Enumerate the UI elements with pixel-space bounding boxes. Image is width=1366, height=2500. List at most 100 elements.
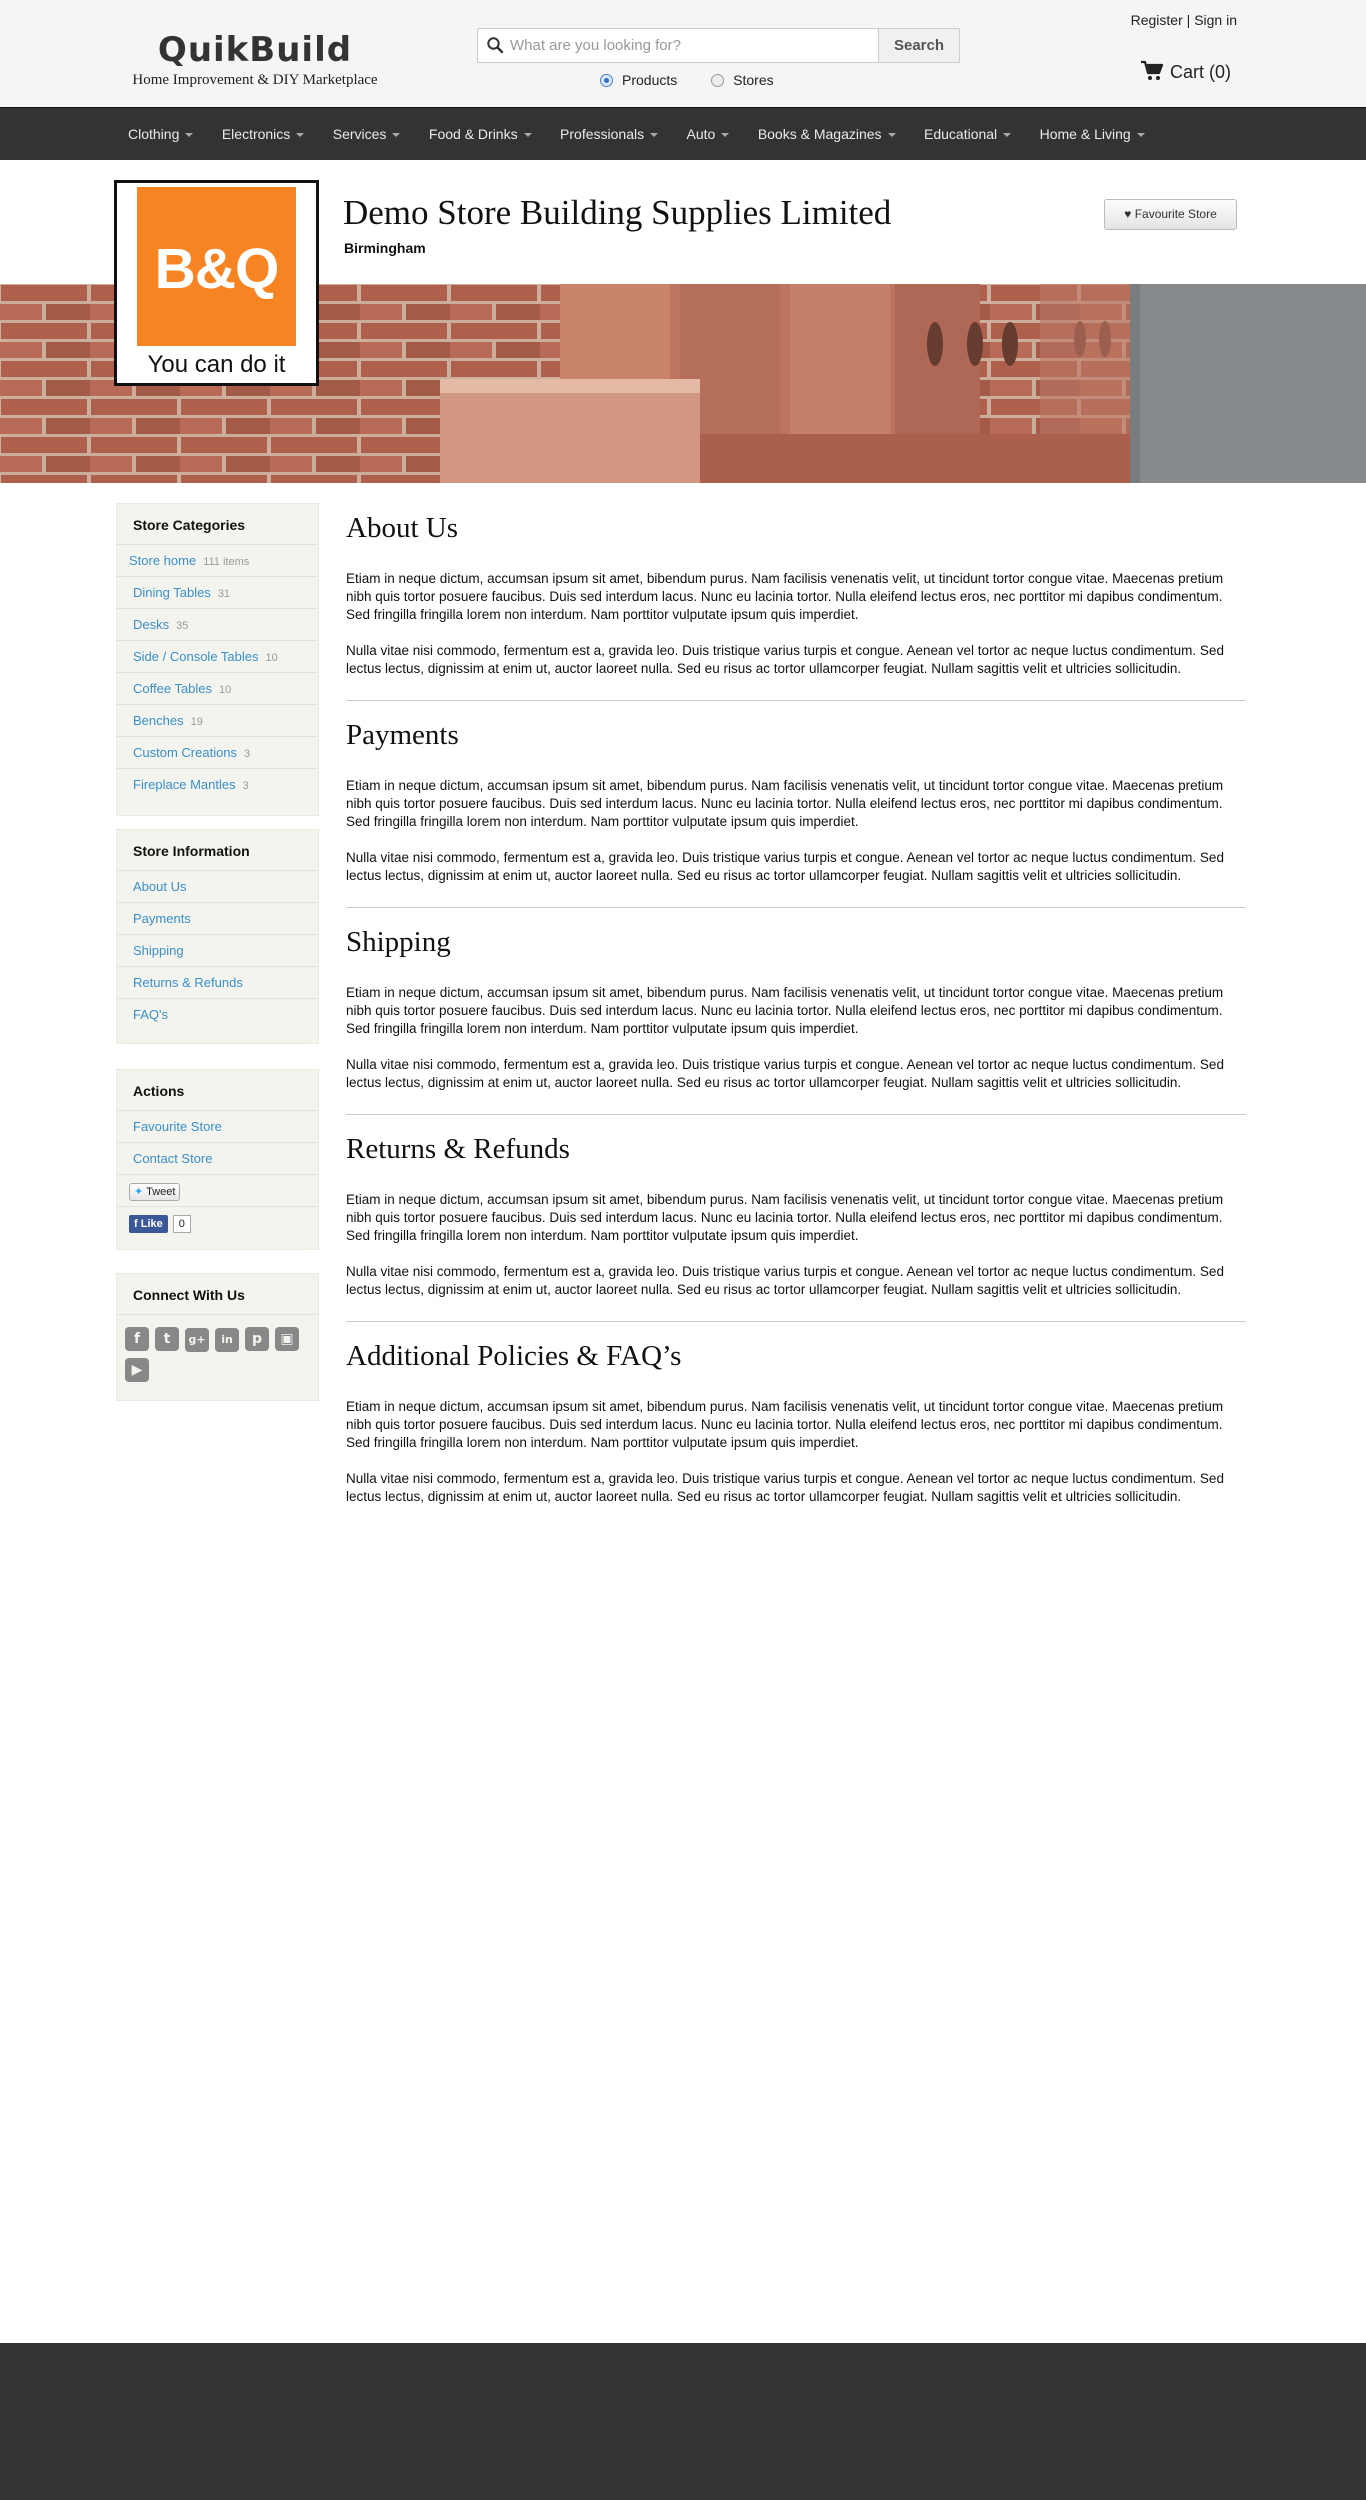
- facebook-f-icon: f: [134, 1217, 138, 1230]
- search-scope: Products Stores: [600, 72, 804, 88]
- search-icon: [487, 37, 504, 54]
- category-item[interactable]: Desks 35: [117, 609, 318, 641]
- cart-label: Cart (0): [1170, 62, 1232, 82]
- search-button[interactable]: Search: [878, 28, 960, 63]
- twitter-bird-icon: ✦: [134, 1185, 144, 1198]
- search-input[interactable]: [510, 30, 850, 61]
- section-title: Additional Policies & FAQ’s: [346, 1340, 682, 1372]
- info-link-faqs[interactable]: FAQ's: [117, 999, 318, 1031]
- category-item[interactable]: Coffee Tables 10: [117, 673, 318, 705]
- section-additional-policies: Additional Policies & FAQ’s Etiam in neq…: [346, 1338, 1246, 1528]
- store-logo-slogan: You can do it: [147, 351, 286, 378]
- section-paragraph: Nulla vitae nisi commodo, fermentum est …: [346, 850, 1224, 883]
- category-item[interactable]: Dining Tables 31: [117, 577, 318, 609]
- site-name: QuikBuild: [157, 30, 353, 70]
- nav-item-food-drinks[interactable]: Food & Drinks: [417, 108, 544, 160]
- scope-option-products[interactable]: Products: [600, 72, 677, 88]
- store-city: Birmingham: [344, 240, 426, 256]
- category-item[interactable]: Store home 111 items: [117, 545, 318, 577]
- tweet-row: ✦ Tweet: [117, 1175, 318, 1207]
- caret-down-icon: [296, 133, 305, 137]
- section-shipping: Shipping Etiam in neque dictum, accumsan…: [346, 924, 1246, 1115]
- info-link-shipping[interactable]: Shipping: [117, 935, 318, 967]
- like-row: f Like 0: [117, 1207, 318, 1239]
- section-paragraph: Nulla vitae nisi commodo, fermentum est …: [346, 1264, 1224, 1297]
- radio-unselected-icon: [711, 73, 725, 87]
- store-categories-title: Store Categories: [117, 504, 318, 545]
- caret-down-icon: [721, 133, 730, 137]
- favourite-store-button[interactable]: ♥ Favourite Store: [1104, 199, 1237, 230]
- info-link-about-us[interactable]: About Us: [117, 871, 318, 903]
- site-footer: [0, 2343, 1366, 2500]
- heart-icon: ♥: [1124, 207, 1132, 221]
- nav-item-clothing[interactable]: Clothing: [116, 108, 205, 160]
- caret-down-icon: [392, 133, 401, 137]
- social-icons: f t g+ in p ▣ ▶: [117, 1315, 318, 1388]
- pinterest-icon[interactable]: p: [245, 1327, 269, 1351]
- store-name: Demo Store Building Supplies Limited: [343, 193, 892, 232]
- site-logo[interactable]: QuikBuild Home Improvement & DIY Marketp…: [120, 30, 390, 89]
- cart-icon: [1141, 60, 1164, 80]
- cart-button[interactable]: Cart (0): [1140, 60, 1231, 83]
- register-link[interactable]: Register: [1131, 12, 1183, 28]
- facebook-like-button[interactable]: f Like: [129, 1214, 168, 1233]
- caret-down-icon: [1003, 133, 1012, 137]
- section-returns-refunds: Returns & Refunds Etiam in neque dictum,…: [346, 1131, 1246, 1322]
- category-item[interactable]: Fireplace Mantles 3: [117, 769, 318, 801]
- site-tagline: Home Improvement & DIY Marketplace: [132, 72, 378, 88]
- info-link-payments[interactable]: Payments: [117, 903, 318, 935]
- linkedin-icon[interactable]: in: [215, 1328, 239, 1352]
- section-title: Shipping: [346, 926, 451, 958]
- connect-box: Connect With Us f t g+ in p ▣ ▶: [116, 1273, 319, 1401]
- search-bar: Search: [477, 28, 960, 63]
- actions-box: Actions Favourite Store Contact Store ✦ …: [116, 1069, 319, 1250]
- main-nav: Clothing Electronics Services Food & Dri…: [0, 107, 1366, 160]
- caret-down-icon: [650, 133, 659, 137]
- nav-item-services[interactable]: Services: [321, 108, 413, 160]
- tweet-button[interactable]: ✦ Tweet: [129, 1182, 181, 1201]
- info-link-returns-refunds[interactable]: Returns & Refunds: [117, 967, 318, 999]
- connect-title: Connect With Us: [117, 1274, 318, 1315]
- site-header: QuikBuild Home Improvement & DIY Marketp…: [0, 0, 1366, 107]
- caret-down-icon: [185, 133, 194, 137]
- instagram-icon[interactable]: ▣: [275, 1327, 299, 1351]
- action-contact-store[interactable]: Contact Store: [117, 1143, 318, 1175]
- section-about-us: About Us Etiam in neque dictum, accumsan…: [346, 510, 1246, 701]
- section-paragraph: Nulla vitae nisi commodo, fermentum est …: [346, 1057, 1224, 1090]
- nav-item-electronics[interactable]: Electronics: [210, 108, 316, 160]
- account-separator: |: [1186, 12, 1191, 28]
- scope-option-stores[interactable]: Stores: [711, 72, 774, 88]
- section-paragraph: Etiam in neque dictum, accumsan ipsum si…: [346, 1399, 1224, 1450]
- section-paragraph: Nulla vitae nisi commodo, fermentum est …: [346, 643, 1224, 676]
- section-payments: Payments Etiam in neque dictum, accumsan…: [346, 717, 1246, 908]
- nav-item-educational[interactable]: Educational: [912, 108, 1023, 160]
- radio-selected-icon: [600, 73, 613, 87]
- action-favourite-store[interactable]: Favourite Store: [117, 1111, 318, 1143]
- store-logo-text: B&Q: [154, 237, 280, 301]
- nav-item-books-magazines[interactable]: Books & Magazines: [746, 108, 908, 160]
- section-paragraph: Etiam in neque dictum, accumsan ipsum si…: [346, 1192, 1224, 1243]
- store-information-title: Store Information: [117, 830, 318, 871]
- google-plus-icon[interactable]: g+: [185, 1328, 209, 1352]
- like-count: 0: [172, 1214, 191, 1233]
- category-item[interactable]: Benches 19: [117, 705, 318, 737]
- section-paragraph: Etiam in neque dictum, accumsan ipsum si…: [346, 571, 1224, 622]
- actions-title: Actions: [117, 1070, 318, 1111]
- nav-item-auto[interactable]: Auto: [675, 108, 742, 160]
- caret-down-icon: [887, 133, 896, 137]
- section-title: About Us: [346, 512, 458, 544]
- facebook-icon[interactable]: f: [125, 1327, 149, 1351]
- caret-down-icon: [523, 133, 532, 137]
- category-item[interactable]: Side / Console Tables 10: [117, 641, 318, 673]
- signin-link[interactable]: Sign in: [1194, 12, 1237, 28]
- account-links: Register | Sign in: [1131, 12, 1237, 28]
- nav-item-professionals[interactable]: Professionals: [548, 108, 670, 160]
- nav-item-home-living[interactable]: Home & Living: [1028, 108, 1157, 160]
- youtube-icon[interactable]: ▶: [125, 1358, 149, 1382]
- section-title: Payments: [346, 719, 459, 751]
- twitter-icon[interactable]: t: [155, 1327, 179, 1351]
- section-title: Returns & Refunds: [346, 1133, 570, 1165]
- store-logo: B&Q You can do it: [114, 180, 319, 386]
- section-paragraph: Etiam in neque dictum, accumsan ipsum si…: [346, 985, 1224, 1036]
- category-item[interactable]: Custom Creations 3: [117, 737, 318, 769]
